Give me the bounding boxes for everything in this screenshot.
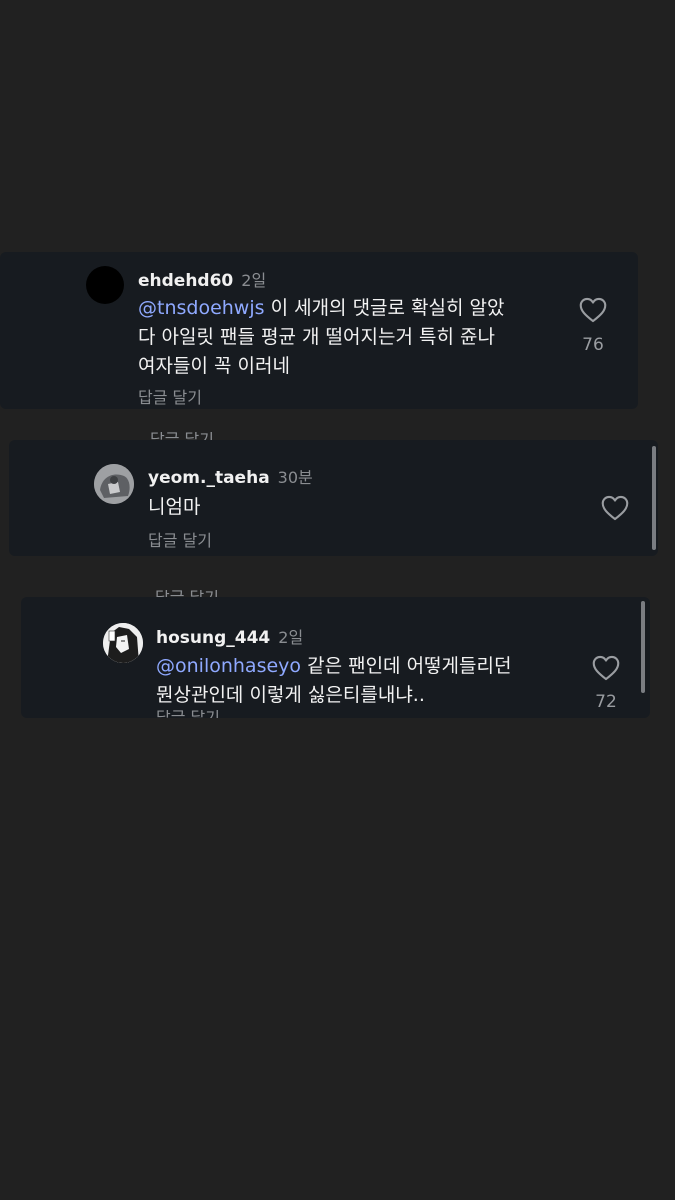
avatar[interactable]	[103, 623, 143, 663]
reply-button[interactable]: 답글 달기	[156, 710, 220, 718]
reply-button-ghost: 답글 달기	[150, 432, 214, 440]
comment-text-line: 이 세개의 댓글로 확실히 알았	[264, 297, 505, 319]
scrollbar[interactable]	[652, 446, 656, 550]
comment-text-line: 같은 팬인데 어떻게들리던	[301, 655, 512, 677]
username-text[interactable]: ehdehd60	[138, 271, 233, 291]
mention-link[interactable]: @onilonhaseyo	[156, 655, 301, 677]
reply-button[interactable]: 답글 달기	[148, 527, 212, 551]
comment-text: @onilonhaseyo 같은 팬인데 어떻게들리던 뭔상관인데 이렇게 싫은…	[156, 652, 596, 710]
comment-text-line: 여자들이 꼭 이러네	[138, 355, 290, 377]
manga-avatar-icon	[103, 623, 143, 663]
comment-time: 2일	[278, 628, 304, 647]
comment-text-line: 뭔상관인데 이렇게 싫은티를내냐..	[156, 684, 425, 706]
avatar[interactable]	[86, 266, 124, 304]
username-text[interactable]: hosung_444	[156, 628, 270, 648]
avatar[interactable]	[94, 464, 134, 504]
heart-icon[interactable]	[579, 297, 607, 323]
comment-username[interactable]: yeom._taeha 30분	[148, 464, 313, 488]
comment-card-3: hosung_444 2일 @onilonhaseyo 같은 팬인데 어떻게들리던…	[21, 597, 650, 718]
heart-icon[interactable]	[601, 495, 629, 521]
screenshot-stage: ehdehd60 2일 @tnsdoehwjs 이 세개의 댓글로 확실히 알았 …	[0, 0, 675, 1200]
username-text[interactable]: yeom._taeha	[148, 468, 270, 488]
comment-card-2: yeom._taeha 30분 니엄마 답글 달기	[9, 440, 658, 556]
comment-text: @tnsdoehwjs 이 세개의 댓글로 확실히 알았 다 아일릿 팬들 평균…	[138, 294, 568, 381]
comment-username[interactable]: ehdehd60 2일	[138, 267, 266, 291]
comment-card-1: ehdehd60 2일 @tnsdoehwjs 이 세개의 댓글로 확실히 알았 …	[0, 252, 638, 409]
comment-time: 2일	[241, 271, 267, 290]
like-count: 76	[582, 335, 604, 355]
comment-username[interactable]: hosung_444 2일	[156, 624, 303, 648]
like-count: 72	[595, 692, 617, 712]
comment-text-line: 다 아일릿 팬들 평균 개 떨어지는거 특히 쥰나	[138, 326, 495, 348]
gray-avatar-icon	[94, 464, 134, 504]
mention-link[interactable]: @tnsdoehwjs	[138, 297, 265, 319]
comment-time: 30분	[277, 468, 313, 487]
reply-button[interactable]: 답글 달기	[138, 384, 202, 408]
comment-text: 니엄마	[148, 496, 201, 518]
heart-icon[interactable]	[592, 655, 620, 681]
scrollbar[interactable]	[641, 601, 645, 693]
